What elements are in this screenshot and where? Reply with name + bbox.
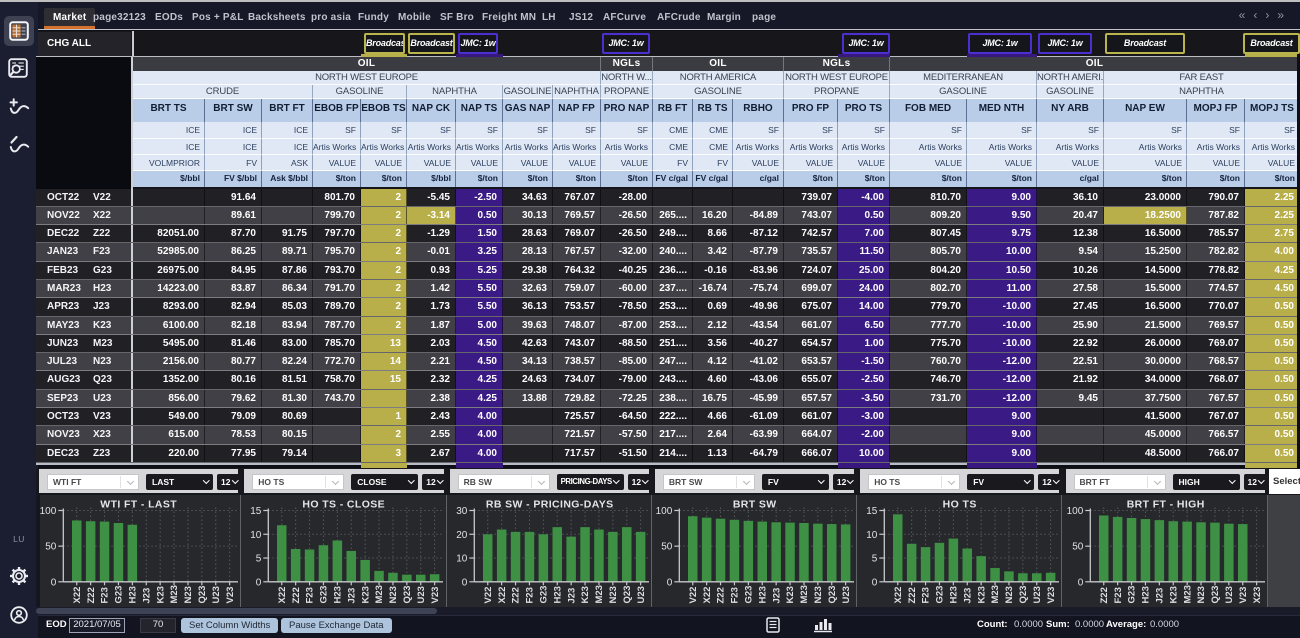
svg-text:30: 30: [456, 506, 468, 517]
svg-text:M23: M23: [375, 585, 386, 603]
svg-text:V22: V22: [688, 586, 699, 603]
svg-text:N23: N23: [813, 586, 824, 603]
svg-text:F23: F23: [100, 587, 111, 603]
svg-text:G23: G23: [935, 585, 946, 603]
svg-text:G23: G23: [319, 585, 330, 603]
svg-text:5: 5: [256, 553, 262, 564]
svg-text:0: 0: [51, 577, 57, 588]
svg-text:50: 50: [1072, 541, 1084, 552]
svg-text:H23: H23: [552, 586, 563, 603]
svg-text:15: 15: [866, 506, 878, 517]
svg-text:U23: U23: [416, 586, 427, 603]
svg-text:10: 10: [250, 529, 262, 540]
svg-text:WTI FT - LAST: WTI FT - LAST: [100, 499, 177, 510]
svg-text:Q23: Q23: [827, 585, 838, 603]
svg-text:50: 50: [45, 541, 57, 552]
svg-text:V23: V23: [1237, 586, 1248, 603]
svg-text:Z22: Z22: [291, 587, 302, 603]
svg-text:J23: J23: [771, 587, 782, 603]
svg-text:0: 0: [461, 577, 467, 588]
svg-text:HO TS: HO TS: [943, 499, 977, 510]
svg-text:J23: J23: [963, 587, 974, 603]
svg-text:N23: N23: [1196, 586, 1207, 603]
svg-text:V22: V22: [483, 586, 494, 603]
svg-text:K23: K23: [785, 586, 796, 603]
svg-text:20: 20: [456, 529, 468, 540]
svg-text:Q23: Q23: [622, 585, 633, 603]
svg-text:Q23: Q23: [402, 585, 413, 603]
svg-text:U23: U23: [841, 586, 852, 603]
svg-text:15: 15: [250, 506, 262, 517]
svg-text:J23: J23: [141, 587, 152, 603]
svg-text:F23: F23: [524, 587, 535, 603]
svg-text:0: 0: [1077, 577, 1083, 588]
svg-text:Q23: Q23: [1210, 585, 1221, 603]
svg-text:H23: H23: [333, 586, 344, 603]
svg-text:F23: F23: [730, 587, 741, 603]
svg-text:F23: F23: [1112, 587, 1123, 603]
svg-text:X22: X22: [72, 586, 83, 603]
svg-text:U23: U23: [1224, 586, 1235, 603]
svg-text:BRT FT - HIGH: BRT FT - HIGH: [1126, 499, 1204, 510]
svg-text:N23: N23: [608, 586, 619, 603]
svg-text:K23: K23: [1168, 586, 1179, 603]
svg-text:10: 10: [866, 529, 878, 540]
svg-text:G23: G23: [538, 585, 549, 603]
svg-text:H23: H23: [757, 586, 768, 603]
svg-text:V23: V23: [1046, 586, 1057, 603]
svg-text:M23: M23: [169, 585, 180, 603]
svg-text:F23: F23: [921, 587, 932, 603]
svg-text:0: 0: [872, 577, 878, 588]
svg-text:BRT SW: BRT SW: [733, 499, 777, 510]
svg-text:M23: M23: [990, 585, 1001, 603]
svg-text:Z22: Z22: [86, 587, 97, 603]
svg-text:Z22: Z22: [907, 587, 918, 603]
svg-text:Q23: Q23: [197, 585, 208, 603]
svg-text:Z22: Z22: [1098, 587, 1109, 603]
svg-text:M23: M23: [799, 585, 810, 603]
svg-text:RB SW - PRICING-DAYS: RB SW - PRICING-DAYS: [485, 499, 613, 510]
svg-text:J23: J23: [1154, 587, 1165, 603]
svg-text:U23: U23: [1032, 586, 1043, 603]
svg-text:N23: N23: [388, 586, 399, 603]
svg-text:J23: J23: [566, 587, 577, 603]
svg-text:N23: N23: [183, 586, 194, 603]
svg-text:10: 10: [456, 553, 468, 564]
svg-text:H23: H23: [949, 586, 960, 603]
svg-text:Z22: Z22: [716, 587, 727, 603]
svg-text:5: 5: [872, 553, 878, 564]
svg-text:V23: V23: [430, 586, 441, 603]
svg-text:X22: X22: [277, 586, 288, 603]
svg-text:G23: G23: [743, 585, 754, 603]
svg-text:K23: K23: [155, 586, 166, 603]
svg-text:M23: M23: [594, 585, 605, 603]
svg-text:F23: F23: [305, 587, 316, 603]
svg-text:HO TS - CLOSE: HO TS - CLOSE: [303, 499, 386, 510]
svg-text:0: 0: [667, 577, 673, 588]
svg-text:H23: H23: [1140, 586, 1151, 603]
svg-text:K23: K23: [977, 586, 988, 603]
svg-text:K23: K23: [361, 586, 372, 603]
svg-text:H23: H23: [128, 586, 139, 603]
svg-text:J23: J23: [347, 587, 358, 603]
svg-text:N23: N23: [1004, 586, 1015, 603]
svg-text:100: 100: [40, 506, 57, 517]
svg-text:M23: M23: [1182, 585, 1193, 603]
svg-text:U23: U23: [211, 586, 222, 603]
svg-text:0: 0: [256, 577, 262, 588]
svg-text:G23: G23: [114, 585, 125, 603]
svg-text:100: 100: [656, 506, 673, 517]
svg-text:X22: X22: [893, 586, 904, 603]
svg-text:Q23: Q23: [1018, 585, 1029, 603]
svg-text:U23: U23: [635, 586, 646, 603]
svg-text:100: 100: [1066, 506, 1083, 517]
svg-text:Z22: Z22: [510, 587, 521, 603]
svg-text:X23: X23: [1251, 586, 1262, 603]
svg-text:50: 50: [661, 541, 673, 552]
svg-text:K23: K23: [580, 586, 591, 603]
svg-text:X22: X22: [496, 586, 507, 603]
svg-text:X22: X22: [702, 586, 713, 603]
svg-text:V23: V23: [225, 586, 236, 603]
svg-text:G23: G23: [1126, 585, 1137, 603]
